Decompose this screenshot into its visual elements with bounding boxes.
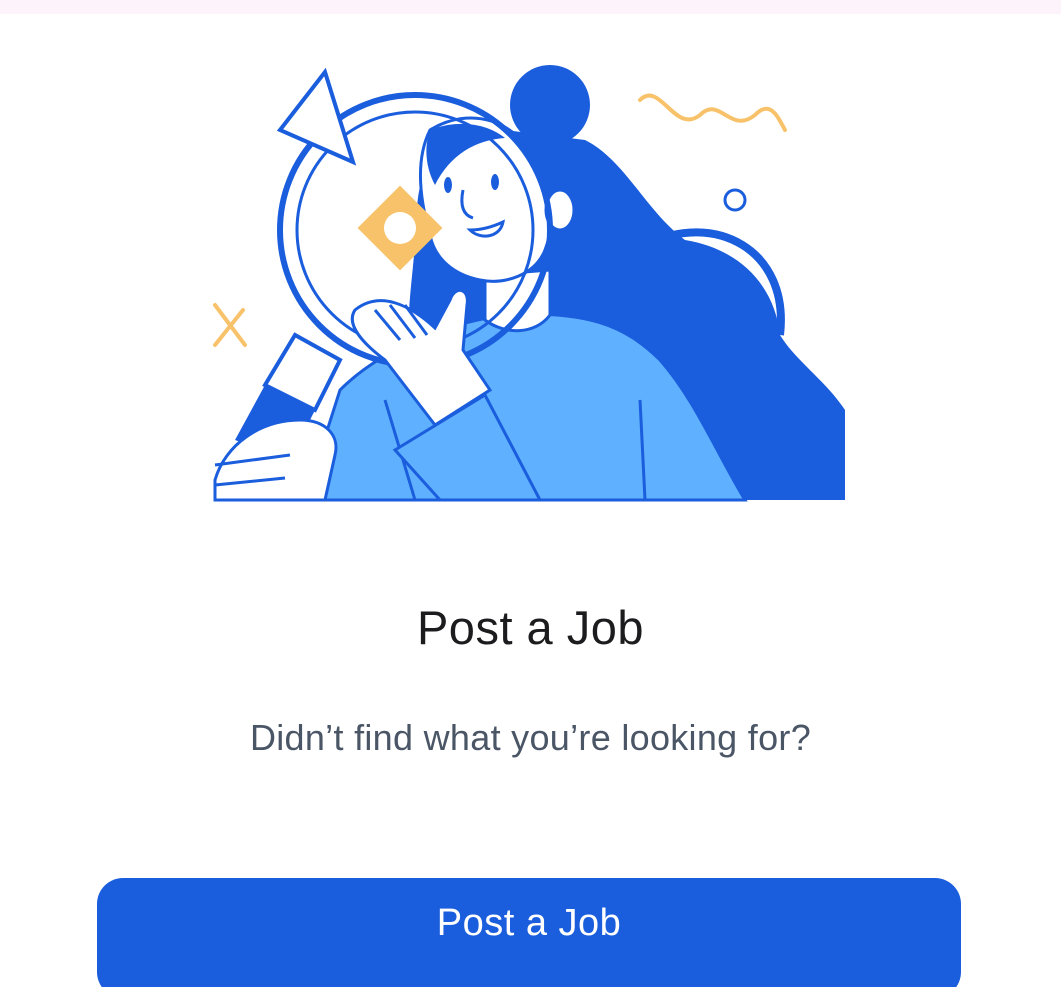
yellow-x — [213, 303, 247, 347]
woman-with-magnifying-glass-illustration — [213, 65, 845, 502]
status-strip — [0, 0, 1061, 14]
holding-hand — [213, 418, 338, 502]
page-subtitle: Didn’t find what you’re looking for? — [249, 717, 812, 758]
post-job-button[interactable]: Post a Job — [97, 878, 961, 987]
empty-state-page: Post a Job Didn’t find what you’re looki… — [0, 0, 1061, 987]
small-circle — [723, 188, 747, 212]
post-job-button-label: Post a Job — [436, 902, 622, 944]
yellow-squiggle — [638, 93, 787, 132]
page-title: Post a Job — [416, 601, 645, 654]
